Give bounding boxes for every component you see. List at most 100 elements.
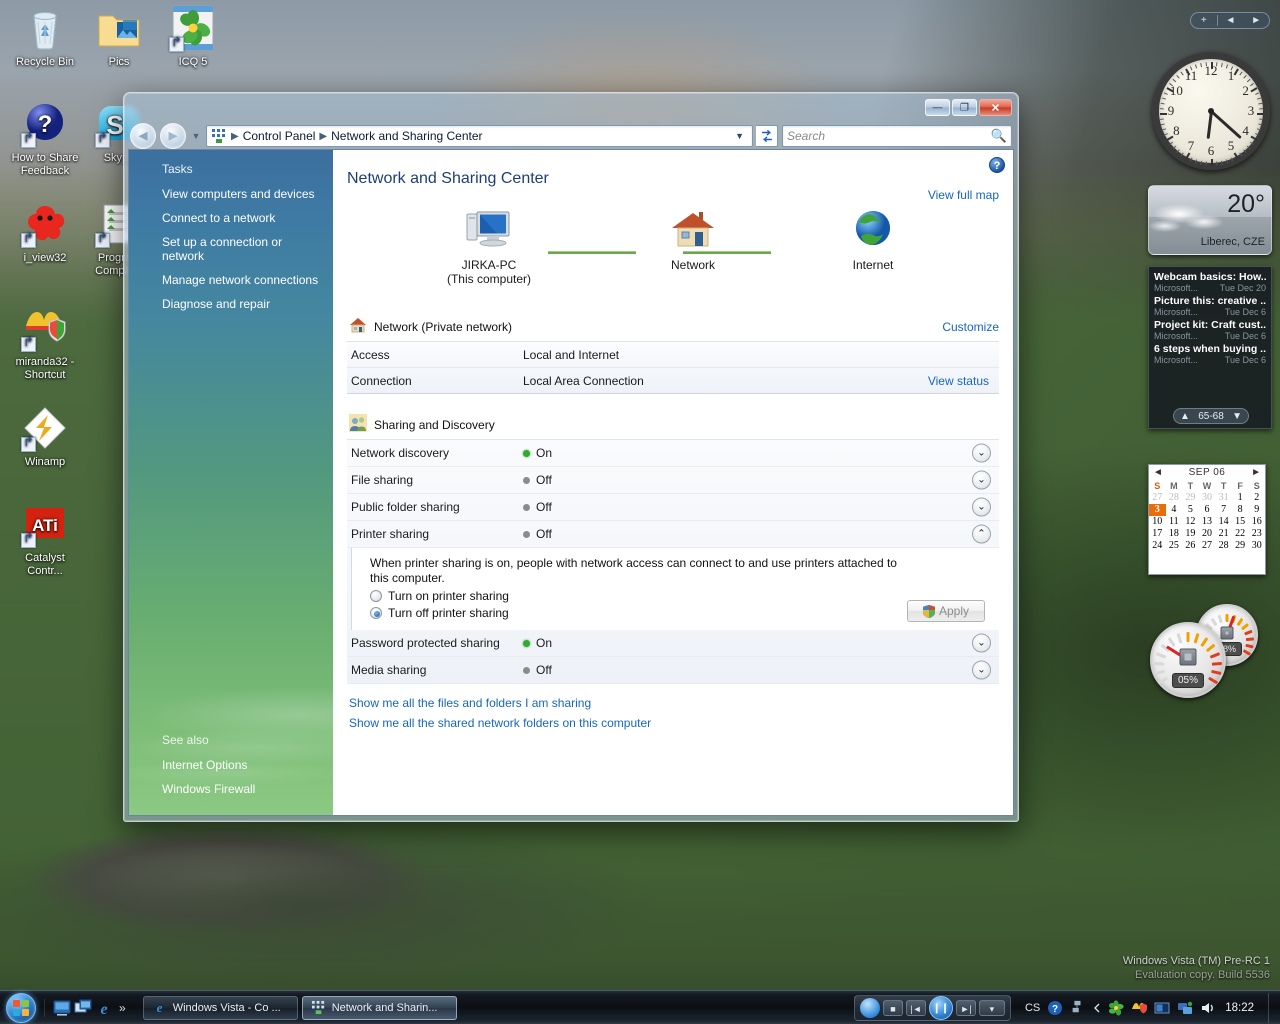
calendar-day[interactable]: 9 (1248, 504, 1265, 516)
sidebar-prev-icon[interactable]: ◄ (1218, 15, 1244, 26)
calendar-day[interactable]: 20 (1199, 528, 1216, 540)
show-desktop-button[interactable] (1268, 992, 1276, 1023)
calendar-day[interactable]: 30 (1199, 492, 1216, 504)
weather-gadget[interactable]: 20° Liberec, CZE (1148, 185, 1272, 255)
feed-pager-down-icon[interactable]: ▼ (1232, 411, 1242, 422)
breadcrumb-dropdown-icon[interactable]: ▼ (730, 131, 749, 141)
media-tray-icon[interactable] (1154, 1000, 1170, 1016)
desktop-icon-ati-catalyst[interactable]: ATi Catalyst Contr... (6, 500, 84, 578)
calendar-next-icon[interactable]: ► (1251, 467, 1261, 478)
sidebar-add-gadget-icon[interactable]: + (1191, 15, 1217, 26)
feed-item[interactable]: 6 steps when buying ... Microsoft... Tue D… (1154, 343, 1266, 365)
feed-pager[interactable]: ▲ 65-68 ▼ (1173, 408, 1249, 424)
desktop-icon-how-to-share-feedback[interactable]: ? How to Share Feedback (6, 100, 84, 178)
calendar-day[interactable]: 24 (1149, 540, 1166, 552)
calendar-day[interactable]: 26 (1182, 540, 1199, 552)
calendar-day[interactable]: 27 (1149, 492, 1166, 504)
calendar-day[interactable]: 11 (1166, 516, 1183, 528)
calendar-day[interactable]: 23 (1248, 528, 1265, 540)
feed-title[interactable]: Webcam basics: How... (1154, 271, 1266, 283)
show-desktop-icon[interactable] (53, 999, 71, 1017)
calendar-day[interactable]: 25 (1166, 540, 1183, 552)
wmp-pause-button[interactable]: ❙❙ (928, 995, 953, 1020)
calendar-day[interactable]: 28 (1166, 492, 1183, 504)
calendar-day[interactable]: 13 (1199, 516, 1216, 528)
task-button-windows-vista[interactable]: e Windows Vista - Co ... (142, 995, 298, 1020)
calendar-day[interactable]: 28 (1215, 540, 1232, 552)
feed-headlines-gadget[interactable]: Webcam basics: How... Microsoft... Tue Dec… (1148, 266, 1272, 429)
expand-toggle-public-folder-sharing[interactable]: ⌄ (972, 497, 991, 517)
cpu-meter-gadget[interactable]: 58% 05% (1144, 600, 1276, 700)
calendar-day[interactable]: 18 (1166, 528, 1183, 540)
feed-item[interactable]: Project kit: Craft cust... Microsoft... Tu… (1154, 319, 1266, 341)
radio-button[interactable] (370, 607, 382, 619)
customize-link[interactable]: Customize (942, 320, 999, 334)
wmp-stop-button[interactable]: ■ (882, 999, 903, 1016)
feed-item[interactable]: Picture this: creative ... Microsoft... Tu… (1154, 295, 1266, 317)
help-icon[interactable]: ? (989, 157, 1005, 173)
icq-tray-icon[interactable] (1108, 999, 1124, 1016)
wmp-volume-button[interactable]: ▾ (978, 999, 1005, 1016)
desktop-icon-pics[interactable]: Pics (80, 4, 158, 69)
calendar-day[interactable]: 7 (1215, 504, 1232, 516)
task-pane-link-2[interactable]: Set up a connection or network (129, 230, 333, 268)
clock-gadget[interactable]: 12 1 2 3 4 5 6 7 8 9 10 11 (1152, 52, 1270, 170)
minimize-button[interactable]: — (925, 99, 950, 116)
feed-pager-up-icon[interactable]: ▲ (1180, 411, 1190, 422)
view-full-map-link[interactable]: View full map (928, 188, 999, 202)
task-pane-link-4[interactable]: Diagnose and repair (129, 292, 333, 316)
radio-button[interactable] (370, 590, 382, 602)
calendar-day[interactable]: 17 (1149, 528, 1166, 540)
history-dropdown-icon[interactable]: ▼ (190, 131, 202, 141)
search-icon[interactable]: 🔍 (991, 128, 1007, 144)
printer-option-1[interactable]: Turn off printer sharing (370, 606, 987, 620)
map-node-computer[interactable]: JIRKA-PC (This computer) (429, 208, 549, 286)
expand-toggle-network-discovery[interactable]: ⌄ (972, 443, 991, 463)
calendar-day[interactable]: 10 (1149, 516, 1166, 528)
wmp-previous-button[interactable]: |◄ (905, 999, 926, 1016)
calendar-day[interactable]: 6 (1199, 504, 1216, 516)
network-activity-icon[interactable] (1070, 1000, 1086, 1016)
calendar-day[interactable]: 4 (1166, 504, 1183, 516)
desktop-icon-i-view32[interactable]: i_view32 (6, 200, 84, 265)
calendar-gadget[interactable]: ◄ SEP 06 ► S M T W T F S 27 28 29 30 31 1 2 3 4 5 6 7 8 9 10 1… (1148, 464, 1266, 575)
maximize-button[interactable]: ❐ (952, 99, 977, 116)
expand-toggle-media-sharing[interactable]: ⌄ (972, 660, 991, 680)
calendar-day[interactable]: 15 (1232, 516, 1249, 528)
desktop-icon-recycle-bin[interactable]: Recycle Bin (6, 4, 84, 69)
volume-tray-icon[interactable] (1200, 1000, 1216, 1016)
network-sharing-center-window[interactable]: — ❐ ✕ ◄ ► ▼ ▶ Control Panel ▶ Network an… (123, 92, 1019, 822)
show-shared-files-link[interactable]: Show me all the files and folders I am s… (349, 696, 1013, 710)
task-pane-link-1[interactable]: Connect to a network (129, 206, 333, 230)
show-shared-folders-link[interactable]: Show me all the shared network folders o… (349, 716, 1013, 730)
breadcrumb[interactable]: ▶ Control Panel ▶ Network and Sharing Ce… (206, 125, 753, 147)
close-button[interactable]: ✕ (979, 99, 1012, 116)
calendar-day[interactable]: 29 (1232, 540, 1249, 552)
calendar-day[interactable]: 21 (1215, 528, 1232, 540)
task-pane-link-3[interactable]: Manage network connections (129, 268, 333, 292)
sidebar-next-icon[interactable]: ► (1243, 15, 1269, 26)
calendar-day[interactable]: 2 (1248, 492, 1265, 504)
breadcrumb-item-control-panel[interactable]: Control Panel (240, 128, 319, 144)
feed-title[interactable]: Project kit: Craft cust... (1154, 319, 1266, 331)
calendar-day[interactable]: 31 (1215, 492, 1232, 504)
calendar-day[interactable]: 8 (1232, 504, 1249, 516)
calendar-day[interactable]: 22 (1232, 528, 1249, 540)
calendar-day[interactable]: 12 (1182, 516, 1199, 528)
calendar-day[interactable]: 1 (1232, 492, 1249, 504)
refresh-button[interactable] (756, 125, 778, 147)
search-input[interactable] (787, 129, 991, 143)
desktop-icon-miranda32[interactable]: miranda32 - Shortcut (6, 304, 84, 382)
map-node-network[interactable]: Network (633, 208, 753, 272)
desktop-icon-winamp[interactable]: Winamp (6, 404, 84, 469)
help-icon[interactable]: ? (1047, 1000, 1063, 1016)
desktop-icon-icq-5[interactable]: ICQ 5 (154, 4, 232, 69)
switch-windows-icon[interactable] (74, 999, 92, 1017)
calendar-day[interactable]: 27 (1199, 540, 1216, 552)
forward-button[interactable]: ► (160, 123, 186, 149)
feed-title[interactable]: Picture this: creative ... (1154, 295, 1266, 307)
expand-toggle-password-protected-sharing[interactable]: ⌄ (972, 633, 991, 653)
back-button[interactable]: ◄ (130, 123, 156, 149)
expand-toggle-file-sharing[interactable]: ⌄ (972, 470, 991, 490)
calendar-day[interactable]: 14 (1215, 516, 1232, 528)
